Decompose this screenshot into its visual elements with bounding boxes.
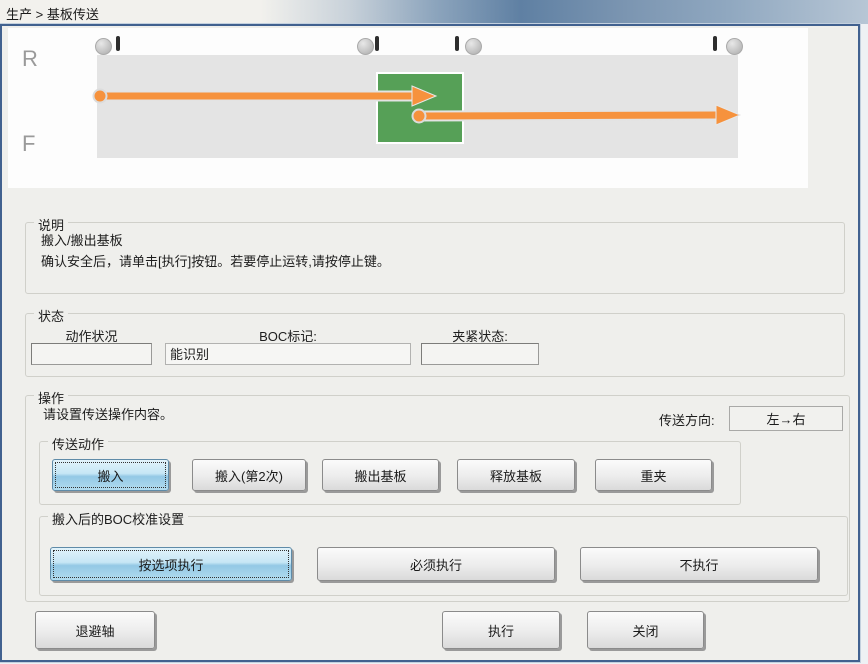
description-line-1: 搬入/搬出基板 <box>41 233 123 248</box>
action-status-field <box>31 343 152 365</box>
sensor-circle-icon <box>95 38 112 55</box>
boc-required-button[interactable]: 必须执行 <box>317 547 555 581</box>
boc-calibration-group-title: 搬入后的BOC校准设置 <box>48 509 189 528</box>
load-button[interactable]: 搬入 <box>52 459 169 491</box>
execute-button[interactable]: 执行 <box>442 611 560 649</box>
status-group: 状态 动作状况 BOC标记: 能识别 夹紧状态: <box>25 306 845 377</box>
unload-board-button[interactable]: 搬出基板 <box>322 459 439 491</box>
transfer-action-group: 传送动作 搬入 搬入(第2次) 搬出基板 释放基板 重夹 <box>39 434 741 505</box>
sensor-bar-icon <box>375 36 379 51</box>
direction-label: 传送方向: <box>659 413 715 428</box>
reclamp-button[interactable]: 重夹 <box>595 459 712 491</box>
description-group: 说明 搬入/搬出基板 确认安全后，请单击[执行]按钮。若要停止运转,请按停止键。 <box>25 215 845 294</box>
load-second-button[interactable]: 搬入(第2次) <box>192 459 306 491</box>
sensor-circle-icon <box>357 38 374 55</box>
breadcrumb[interactable]: 生产 > 基板传送 <box>6 4 99 23</box>
board-transfer-dialog: R F 说明 搬入/搬出基板 确认安全后，请单击[执行]按钮。若要停止运转,请按… <box>0 24 860 662</box>
transfer-action-group-title: 传送动作 <box>48 434 109 453</box>
conveyor-diagram: R F <box>8 28 808 188</box>
operation-group: 操作 请设置传送操作内容。 传送方向: 左→右 传送动作 搬入 搬入(第2次) … <box>25 388 850 602</box>
description-line-2: 确认安全后，请单击[执行]按钮。若要停止运转,请按停止键。 <box>41 254 390 269</box>
release-board-button[interactable]: 释放基板 <box>457 459 575 491</box>
screen: 生产 > 基板传送 R F 说明 搬入/搬出基板 确认安全后，请单击[执行]按钮… <box>0 0 868 664</box>
status-group-title: 状态 <box>34 306 69 325</box>
close-button[interactable]: 关闭 <box>587 611 704 649</box>
clamp-status-field <box>421 343 539 365</box>
boc-skip-button[interactable]: 不执行 <box>580 547 818 581</box>
sensor-circle-icon <box>465 38 482 55</box>
boc-by-option-button[interactable]: 按选项执行 <box>50 547 292 581</box>
boc-calibration-group: 搬入后的BOC校准设置 按选项执行 必须执行 不执行 <box>39 509 848 596</box>
retract-axis-button[interactable]: 退避轴 <box>35 611 155 649</box>
board-rect <box>376 72 464 144</box>
sensor-bar-icon <box>116 36 120 51</box>
boc-mark-field: 能识别 <box>165 343 411 365</box>
top-bar: 生产 > 基板传送 <box>0 0 868 24</box>
rear-axis-label: R <box>22 46 38 71</box>
sensor-bar-icon <box>455 36 459 51</box>
sensor-bar-icon <box>713 36 717 51</box>
direction-value: 左→右 <box>729 406 843 431</box>
operation-hint: 请设置传送操作内容。 <box>43 407 174 422</box>
front-axis-label: F <box>22 131 36 156</box>
sensor-circle-icon <box>726 38 743 55</box>
